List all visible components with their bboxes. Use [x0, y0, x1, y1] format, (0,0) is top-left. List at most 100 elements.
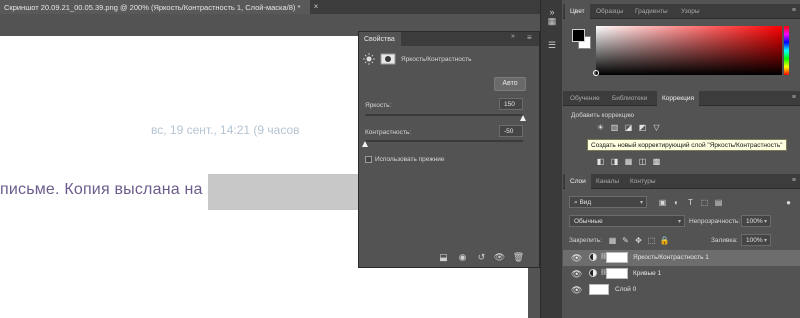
panel-menu-icon[interactable]: ≡: [527, 33, 532, 42]
fill-input[interactable]: 100% ▾: [741, 234, 771, 246]
filter-smart-object-icon[interactable]: ▤: [713, 197, 724, 208]
panel-menu-icon[interactable]: ≡: [792, 177, 796, 184]
tab-paths[interactable]: Контуры: [625, 174, 661, 189]
fill-label: Заливка:: [711, 237, 738, 244]
tab-gradients[interactable]: Градиенты: [630, 4, 673, 19]
photo-filter-icon[interactable]: ◧: [595, 157, 606, 167]
filter-toggle-icon[interactable]: ●: [783, 197, 794, 208]
layer-row-curves[interactable]: 👁 ⛓ Кривые 1: [563, 266, 800, 282]
document-tab[interactable]: Скриншот 20.09.21_00.05.39.png @ 200% (Я…: [0, 0, 310, 14]
canvas-letter-text: письме. Копия выслана на: [0, 181, 203, 198]
vibrance-icon[interactable]: ▽: [651, 123, 662, 133]
color-lookup-icon[interactable]: ▦: [623, 157, 634, 167]
adjustment-layer-icon: [589, 269, 597, 277]
opacity-value: 100%: [746, 218, 763, 225]
layer-mask-thumbnail[interactable]: [606, 252, 628, 263]
filter-adjustment-icon[interactable]: ◐: [671, 197, 682, 208]
chain-link-icon[interactable]: ⛓: [600, 269, 608, 278]
tab-properties[interactable]: Свойства: [359, 32, 401, 46]
right-panels: Цвет Образцы Градиенты Узоры ≡ Обучение …: [563, 0, 800, 318]
layer-name: Яркость/Контрастность 1: [633, 254, 709, 261]
lock-label: Закрепить:: [569, 237, 602, 244]
layer-row-layer0[interactable]: 👁 Слой 0: [563, 282, 800, 298]
chain-link-icon[interactable]: ⛓: [600, 253, 608, 262]
panel-menu-icon[interactable]: ≡: [792, 94, 796, 101]
brightness-contrast-icon[interactable]: ☀: [595, 123, 606, 133]
brightness-slider-thumb[interactable]: [520, 115, 526, 121]
view-previous-icon[interactable]: ◉: [456, 251, 469, 264]
brightness-input[interactable]: 150: [499, 98, 523, 110]
filter-type-icon[interactable]: T: [685, 197, 696, 208]
fill-value: 100%: [746, 237, 763, 244]
panel-menu-icon[interactable]: ≡: [792, 7, 796, 14]
hue-slider[interactable]: [784, 26, 789, 75]
chevron-down-icon: ▾: [677, 219, 681, 225]
contrast-slider-thumb[interactable]: [362, 141, 368, 147]
tab-layers[interactable]: Слои: [565, 174, 591, 189]
clip-to-layer-icon[interactable]: ⬓: [437, 251, 450, 264]
blend-mode-select[interactable]: Обычные ▾: [569, 215, 685, 227]
layer-name: Слой 0: [615, 286, 637, 293]
layer-row-brightness-contrast[interactable]: 👁 ⛓ Яркость/Контрастность 1: [563, 250, 800, 266]
layer-filter-select[interactable]: ⌕ Вид ▾: [569, 196, 647, 208]
panel-dock-strip: » ▦ ☰: [540, 0, 562, 318]
close-icon[interactable]: ×: [310, 1, 322, 13]
chevron-down-icon: ▾: [763, 238, 767, 244]
legacy-checkbox[interactable]: [365, 156, 372, 163]
contrast-slider-track[interactable]: [365, 140, 523, 142]
visibility-eye-icon[interactable]: 👁: [571, 269, 582, 279]
lock-image-icon[interactable]: ✎: [620, 235, 631, 246]
properties-footer: ⬓ ◉ ↺ 👁 🗑: [359, 249, 539, 267]
tab-patterns[interactable]: Узоры: [676, 4, 705, 19]
reset-icon[interactable]: ↺: [475, 251, 488, 264]
threshold-icon[interactable]: ▩: [651, 157, 662, 167]
layers-tabbar: Слои Каналы Контуры ≡: [563, 174, 800, 189]
visibility-eye-icon[interactable]: 👁: [571, 253, 582, 263]
canvas-redacted-block: [208, 174, 358, 210]
lock-artboard-icon[interactable]: ⬚: [646, 235, 657, 246]
legacy-label: Использовать прежние: [375, 156, 445, 163]
tab-learn[interactable]: Обучение: [565, 91, 605, 106]
levels-icon[interactable]: ▥: [609, 123, 620, 133]
filter-pixel-icon[interactable]: ▣: [657, 197, 668, 208]
contrast-input[interactable]: -50: [499, 125, 523, 137]
invert-icon[interactable]: ◫: [637, 157, 648, 167]
collapse-icon[interactable]: »: [511, 33, 515, 40]
filter-shape-icon[interactable]: ⬚: [699, 197, 710, 208]
trash-icon[interactable]: 🗑: [512, 251, 525, 264]
visibility-eye-icon[interactable]: 👁: [493, 251, 506, 264]
layer-name: Кривые 1: [633, 270, 662, 277]
contrast-label: Контрастность:: [365, 129, 412, 136]
opacity-label: Непрозрачность:: [689, 218, 741, 225]
chevron-down-icon: ▾: [763, 219, 767, 225]
lock-position-icon[interactable]: ✥: [633, 235, 644, 246]
layer-mask-thumbnail[interactable]: [606, 268, 628, 279]
color-tabbar: Цвет Образцы Градиенты Узоры ≡: [563, 4, 800, 19]
color-picker-marker[interactable]: [593, 70, 599, 76]
lock-transparent-icon[interactable]: ▦: [607, 235, 618, 246]
curves-icon[interactable]: ◪: [623, 123, 634, 133]
properties-icon[interactable]: ☰: [545, 38, 559, 52]
exposure-icon[interactable]: ◩: [637, 123, 648, 133]
layer-filter-value: Вид: [579, 199, 592, 206]
adjustment-layer-icon: [589, 253, 597, 261]
properties-panel: Свойства » ≡ Яркость/Контрастность Авто …: [358, 31, 540, 268]
tab-libraries[interactable]: Библиотеки: [607, 91, 652, 106]
auto-button[interactable]: Авто: [494, 77, 526, 91]
properties-title: Яркость/Контрастность: [401, 56, 472, 63]
layer-thumbnail: [589, 284, 609, 295]
channel-mixer-icon[interactable]: ◨: [609, 157, 620, 167]
lock-all-icon[interactable]: 🔒: [659, 235, 670, 246]
foreground-color-swatch[interactable]: [572, 29, 585, 42]
adjustments-icon[interactable]: ▦: [545, 14, 559, 28]
visibility-eye-icon[interactable]: 👁: [571, 285, 582, 295]
brightness-slider-track[interactable]: [365, 114, 523, 116]
tab-adjustments[interactable]: Коррекция: [657, 91, 699, 106]
color-picker-field[interactable]: [596, 26, 782, 75]
tab-color[interactable]: Цвет: [565, 4, 590, 19]
tab-channels[interactable]: Каналы: [591, 174, 624, 189]
opacity-input[interactable]: 100% ▾: [741, 215, 771, 227]
tab-swatches[interactable]: Образцы: [591, 4, 628, 19]
properties-header: Свойства » ≡: [359, 32, 539, 46]
add-adjustment-label: Добавить коррекцию: [571, 112, 634, 119]
